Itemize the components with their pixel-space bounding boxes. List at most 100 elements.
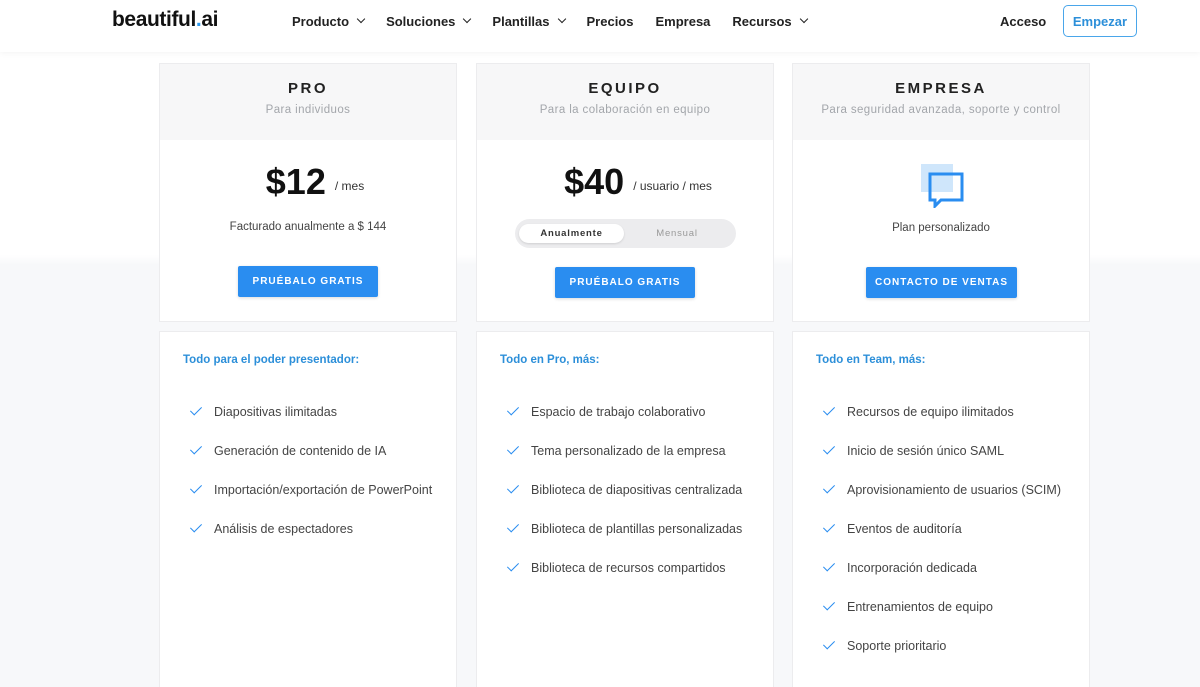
plan-header: PRO Para individuos — [160, 64, 456, 140]
login-link[interactable]: Acceso — [1000, 14, 1046, 29]
check-icon — [822, 637, 836, 650]
check-icon — [822, 481, 836, 494]
contact-sales-button[interactable]: CONTACTO DE VENTAS — [866, 267, 1017, 298]
logo[interactable]: beautiful.ai — [112, 8, 218, 32]
chevron-down-icon — [799, 14, 808, 24]
feature-item: Recursos de equipo ilimitados — [822, 403, 1073, 420]
feature-label: Biblioteca de recursos compartidos — [531, 561, 726, 575]
feature-item: Biblioteca de plantillas personalizadas — [506, 520, 757, 537]
feature-item: Análisis de espectadores — [189, 520, 440, 537]
chevron-down-icon — [356, 14, 366, 24]
billing-toggle[interactable]: Anualmente Mensual — [515, 219, 736, 248]
feature-label: Entrenamientos de equipo — [847, 600, 993, 614]
check-icon — [506, 559, 520, 572]
plan-card-team: EQUIPO Para la colaboración en equipo $4… — [476, 63, 774, 322]
feature-label: Biblioteca de diapositivas centralizada — [531, 483, 743, 497]
check-icon — [189, 520, 203, 533]
check-icon — [506, 403, 520, 416]
feature-item: Importación/exportación de PowerPoint — [189, 481, 440, 498]
feature-item: Biblioteca de diapositivas centralizada — [506, 481, 757, 498]
nav-item-plantillas[interactable]: Plantillas — [492, 12, 566, 30]
plan-subtitle: Para la colaboración en equipo — [539, 104, 711, 116]
try-free-button[interactable]: PRUÉBALO GRATIS — [555, 267, 695, 298]
feature-item: Eventos de auditoría — [822, 520, 1073, 537]
feature-label: Análisis de espectadores — [214, 522, 353, 536]
main-menu: Producto Soluciones Plantillas Precios E… — [292, 12, 829, 30]
feature-label: Biblioteca de plantillas personalizadas — [531, 522, 743, 536]
top-nav: beautiful.ai Producto Soluciones Plantil… — [0, 0, 1200, 52]
feature-label: Aprovisionamiento de usuarios (SCIM) — [847, 483, 1061, 497]
nav-item-recursos[interactable]: Recursos — [732, 12, 808, 30]
feature-list: Diapositivas ilimitadas Generación de co… — [189, 403, 440, 560]
nav-item-label: Soluciones — [386, 13, 456, 29]
check-icon — [506, 442, 520, 455]
feature-label: Generación de contenido de IA — [214, 444, 387, 458]
feature-item: Generación de contenido de IA — [189, 442, 440, 459]
features-card-enterprise: Todo en Team, más: Recursos de equipo il… — [792, 331, 1090, 687]
plan-name: EQUIPO — [588, 80, 662, 97]
check-icon — [822, 442, 836, 455]
check-icon — [822, 520, 836, 533]
check-icon — [506, 520, 520, 533]
feature-label: Soporte prioritario — [847, 639, 947, 653]
billing-note: Facturado anualmente a $ 144 — [229, 221, 387, 233]
nav-item-precios[interactable]: Precios — [587, 12, 634, 30]
plan-price: $40 — [564, 161, 625, 202]
nav-item-label: Plantillas — [492, 13, 550, 29]
nav-item-producto[interactable]: Producto — [292, 12, 366, 30]
check-icon — [506, 481, 520, 494]
feature-list: Recursos de equipo ilimitados Inicio de … — [822, 403, 1073, 677]
feature-item: Aprovisionamiento de usuarios (SCIM) — [822, 481, 1073, 498]
toggle-annual[interactable]: Anualmente — [519, 224, 624, 243]
chevron-down-icon — [557, 14, 566, 24]
price-unit: / mes — [334, 179, 365, 193]
price-unit: / usuario / mes — [633, 179, 712, 193]
chevron-down-icon — [463, 14, 472, 24]
feature-label: Espacio de trabajo colaborativo — [531, 405, 706, 419]
feature-item: Tema personalizado de la empresa — [506, 442, 757, 459]
feature-label: Eventos de auditoría — [847, 522, 962, 536]
plan-price: $12 — [265, 161, 326, 202]
price-row: $40 / usuario / mes — [477, 161, 773, 203]
custom-plan-label: Plan personalizado — [892, 222, 990, 234]
feature-item: Espacio de trabajo colaborativo — [506, 403, 757, 420]
features-card-pro: Todo para el poder presentador: Diaposit… — [159, 331, 457, 687]
plan-name: PRO — [287, 80, 328, 97]
check-icon — [822, 559, 836, 572]
nav-item-label: Recursos — [732, 13, 792, 29]
check-icon — [189, 442, 203, 455]
features-title: Todo para el poder presentador: — [183, 354, 360, 366]
feature-label: Tema personalizado de la empresa — [531, 444, 726, 458]
plan-header: EQUIPO Para la colaboración en equipo — [477, 64, 773, 140]
feature-label: Inicio de sesión único SAML — [847, 444, 1005, 458]
price-row: $12 / mes — [160, 161, 456, 203]
features-card-team: Todo en Pro, más: Espacio de trabajo col… — [476, 331, 774, 687]
nav-item-label: Producto — [292, 13, 350, 29]
check-icon — [189, 481, 203, 494]
nav-item-label: Precios — [586, 13, 634, 29]
feature-label: Recursos de equipo ilimitados — [847, 405, 1014, 419]
logo-suffix: ai — [201, 8, 219, 31]
feature-label: Importación/exportación de PowerPoint — [214, 483, 433, 497]
check-icon — [822, 403, 836, 416]
nav-item-empresa[interactable]: Empresa — [655, 12, 710, 30]
feature-item: Diapositivas ilimitadas — [189, 403, 440, 420]
feature-label: Diapositivas ilimitadas — [214, 405, 337, 419]
chat-bubble-icon — [921, 164, 964, 208]
plan-subtitle: Para seguridad avanzada, soporte y contr… — [821, 104, 1061, 116]
check-icon — [822, 598, 836, 611]
plan-header: EMPRESA Para seguridad avanzada, soporte… — [793, 64, 1089, 140]
plan-card-pro: PRO Para individuos $12 / mes Facturado … — [159, 63, 457, 322]
features-title: Todo en Pro, más: — [500, 354, 600, 366]
feature-list: Espacio de trabajo colaborativo Tema per… — [506, 403, 757, 599]
feature-item: Biblioteca de recursos compartidos — [506, 559, 757, 576]
try-free-button[interactable]: PRUÉBALO GRATIS — [238, 266, 378, 297]
nav-item-soluciones[interactable]: Soluciones — [386, 12, 472, 30]
plan-card-enterprise: EMPRESA Para seguridad avanzada, soporte… — [792, 63, 1090, 322]
feature-item: Incorporación dedicada — [822, 559, 1073, 576]
start-button[interactable]: Empezar — [1063, 5, 1137, 37]
feature-item: Entrenamientos de equipo — [822, 598, 1073, 615]
feature-item: Soporte prioritario — [822, 637, 1073, 654]
logo-text: beautiful — [112, 8, 196, 31]
toggle-monthly[interactable]: Mensual — [635, 224, 719, 243]
